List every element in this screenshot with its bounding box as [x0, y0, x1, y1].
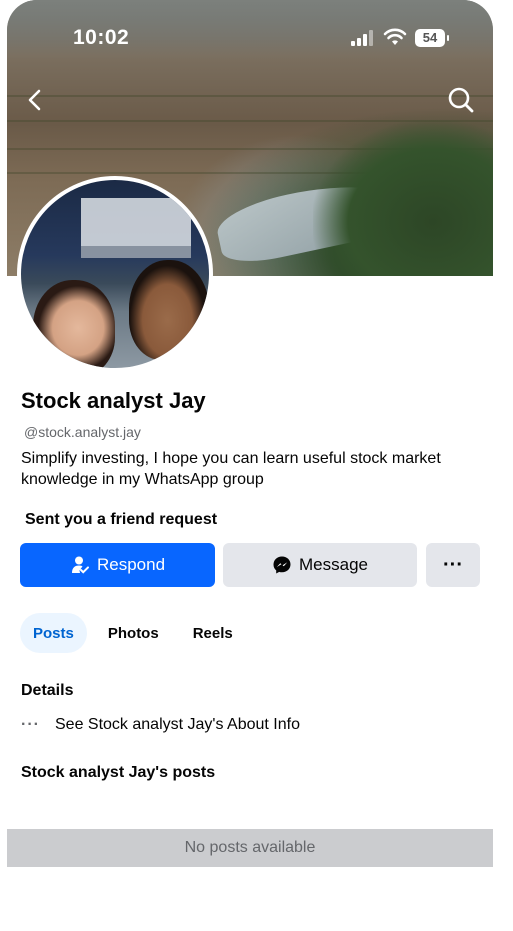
more-options-button[interactable]: ···	[426, 543, 480, 587]
wifi-icon	[383, 28, 407, 45]
avatar[interactable]	[17, 176, 213, 372]
profile-bio: Simplify investing, I hope you can learn…	[21, 450, 441, 488]
status-bar: 10:02 54	[7, 0, 493, 60]
profile-tabs: Posts Photos Reels	[20, 613, 246, 653]
search-button[interactable]	[447, 86, 475, 114]
no-posts-banner: No posts available	[7, 829, 493, 867]
details-heading: Details	[21, 682, 74, 699]
profile-handle: @stock.analyst.jay	[24, 424, 141, 440]
tab-photos[interactable]: Photos	[95, 613, 172, 653]
search-icon	[448, 87, 474, 113]
messenger-icon	[272, 555, 292, 575]
person-respond-icon	[70, 555, 90, 575]
profile-photo	[21, 180, 209, 368]
chevron-left-icon	[28, 89, 41, 111]
battery-icon: 54	[415, 29, 449, 47]
respond-button[interactable]: Respond	[20, 543, 215, 587]
profile-screen: 10:02 54 Stock analyst Jay @stock.analys…	[7, 0, 493, 931]
friend-request-text: Sent you a friend request	[25, 511, 218, 528]
tab-posts[interactable]: Posts	[20, 613, 87, 653]
profile-name: Stock analyst Jay	[21, 388, 206, 413]
message-button[interactable]: Message	[223, 543, 417, 587]
more-icon: ···	[443, 553, 463, 576]
tab-reels[interactable]: Reels	[180, 613, 246, 653]
signal-icon	[351, 30, 373, 46]
back-button[interactable]	[23, 86, 47, 114]
about-info-label: See Stock analyst Jay's About Info	[55, 716, 300, 733]
message-label: Message	[299, 555, 368, 574]
about-info-link[interactable]: ··· See Stock analyst Jay's About Info	[21, 714, 300, 736]
respond-label: Respond	[96, 555, 166, 574]
posts-heading: Stock analyst Jay's posts	[21, 764, 216, 781]
more-dots-icon: ···	[21, 716, 40, 733]
status-time: 10:02	[73, 26, 130, 49]
